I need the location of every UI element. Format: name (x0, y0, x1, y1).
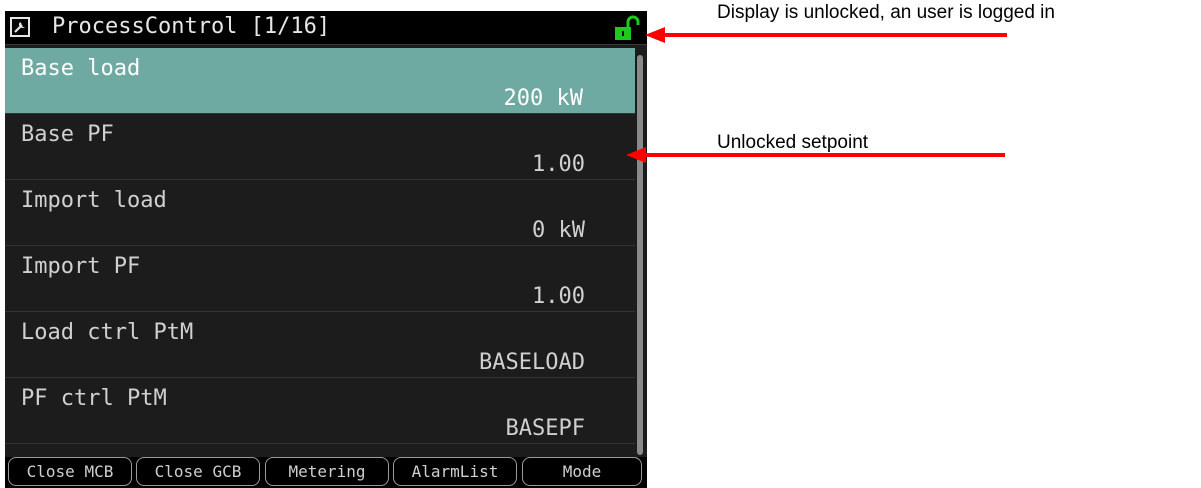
setpoint-value: BASEPF (505, 416, 585, 441)
wrench-icon (10, 17, 30, 37)
setpoint-value: 200 kW (503, 86, 583, 111)
setpoint-row-pf-ctrl-ptm[interactable]: PF ctrl PtM BASEPF (5, 378, 635, 444)
setpoint-row-load-ctrl-ptm[interactable]: Load ctrl PtM BASELOAD (5, 312, 635, 378)
setpoint-label: PF ctrl PtM (21, 386, 167, 411)
setpoint-row-import-pf[interactable]: Import PF 1.00 (5, 246, 635, 312)
annotation-unlocked-display: Display is unlocked, an user is logged i… (717, 2, 1055, 23)
close-mcb-button[interactable]: Close MCB (8, 457, 132, 486)
setpoint-row-import-load[interactable]: Import load 0 kW (5, 180, 635, 246)
scrollbar[interactable] (637, 55, 643, 455)
setpoint-label: Import PF (21, 254, 141, 279)
close-gcb-button[interactable]: Close GCB (136, 457, 260, 486)
setpoint-value: 0 kW (532, 218, 585, 243)
setpoint-value: 1.00 (532, 284, 585, 309)
annotation-arrow-setpoint (626, 147, 1005, 163)
annotation-arrow-display (645, 27, 1007, 43)
setpoint-label: Base PF (21, 122, 114, 147)
page-title: ProcessControl [1/16] (52, 14, 331, 39)
metering-button[interactable]: Metering (265, 457, 389, 486)
setpoint-row-base-load[interactable]: Base load 200 kW (5, 48, 635, 114)
title-bar: ProcessControl [1/16] (5, 11, 647, 45)
setpoint-label: Import load (21, 188, 167, 213)
setpoint-label: Load ctrl PtM (21, 320, 194, 345)
unlocked-padlock-icon (615, 15, 640, 40)
setpoint-list: Base load 200 kW Base PF 1.00 Import loa… (5, 48, 635, 444)
softkey-bar: Close MCB Close GCB Metering AlarmList M… (5, 457, 647, 488)
controller-display: ProcessControl [1/16] Base load 200 kW B… (5, 11, 647, 488)
setpoint-label: Base load (21, 56, 141, 81)
mode-button[interactable]: Mode (522, 457, 642, 486)
setpoint-value: BASELOAD (479, 350, 585, 375)
setpoint-value: 1.00 (532, 152, 585, 177)
alarmlist-button[interactable]: AlarmList (393, 457, 517, 486)
setpoint-row-base-pf[interactable]: Base PF 1.00 (5, 114, 635, 180)
